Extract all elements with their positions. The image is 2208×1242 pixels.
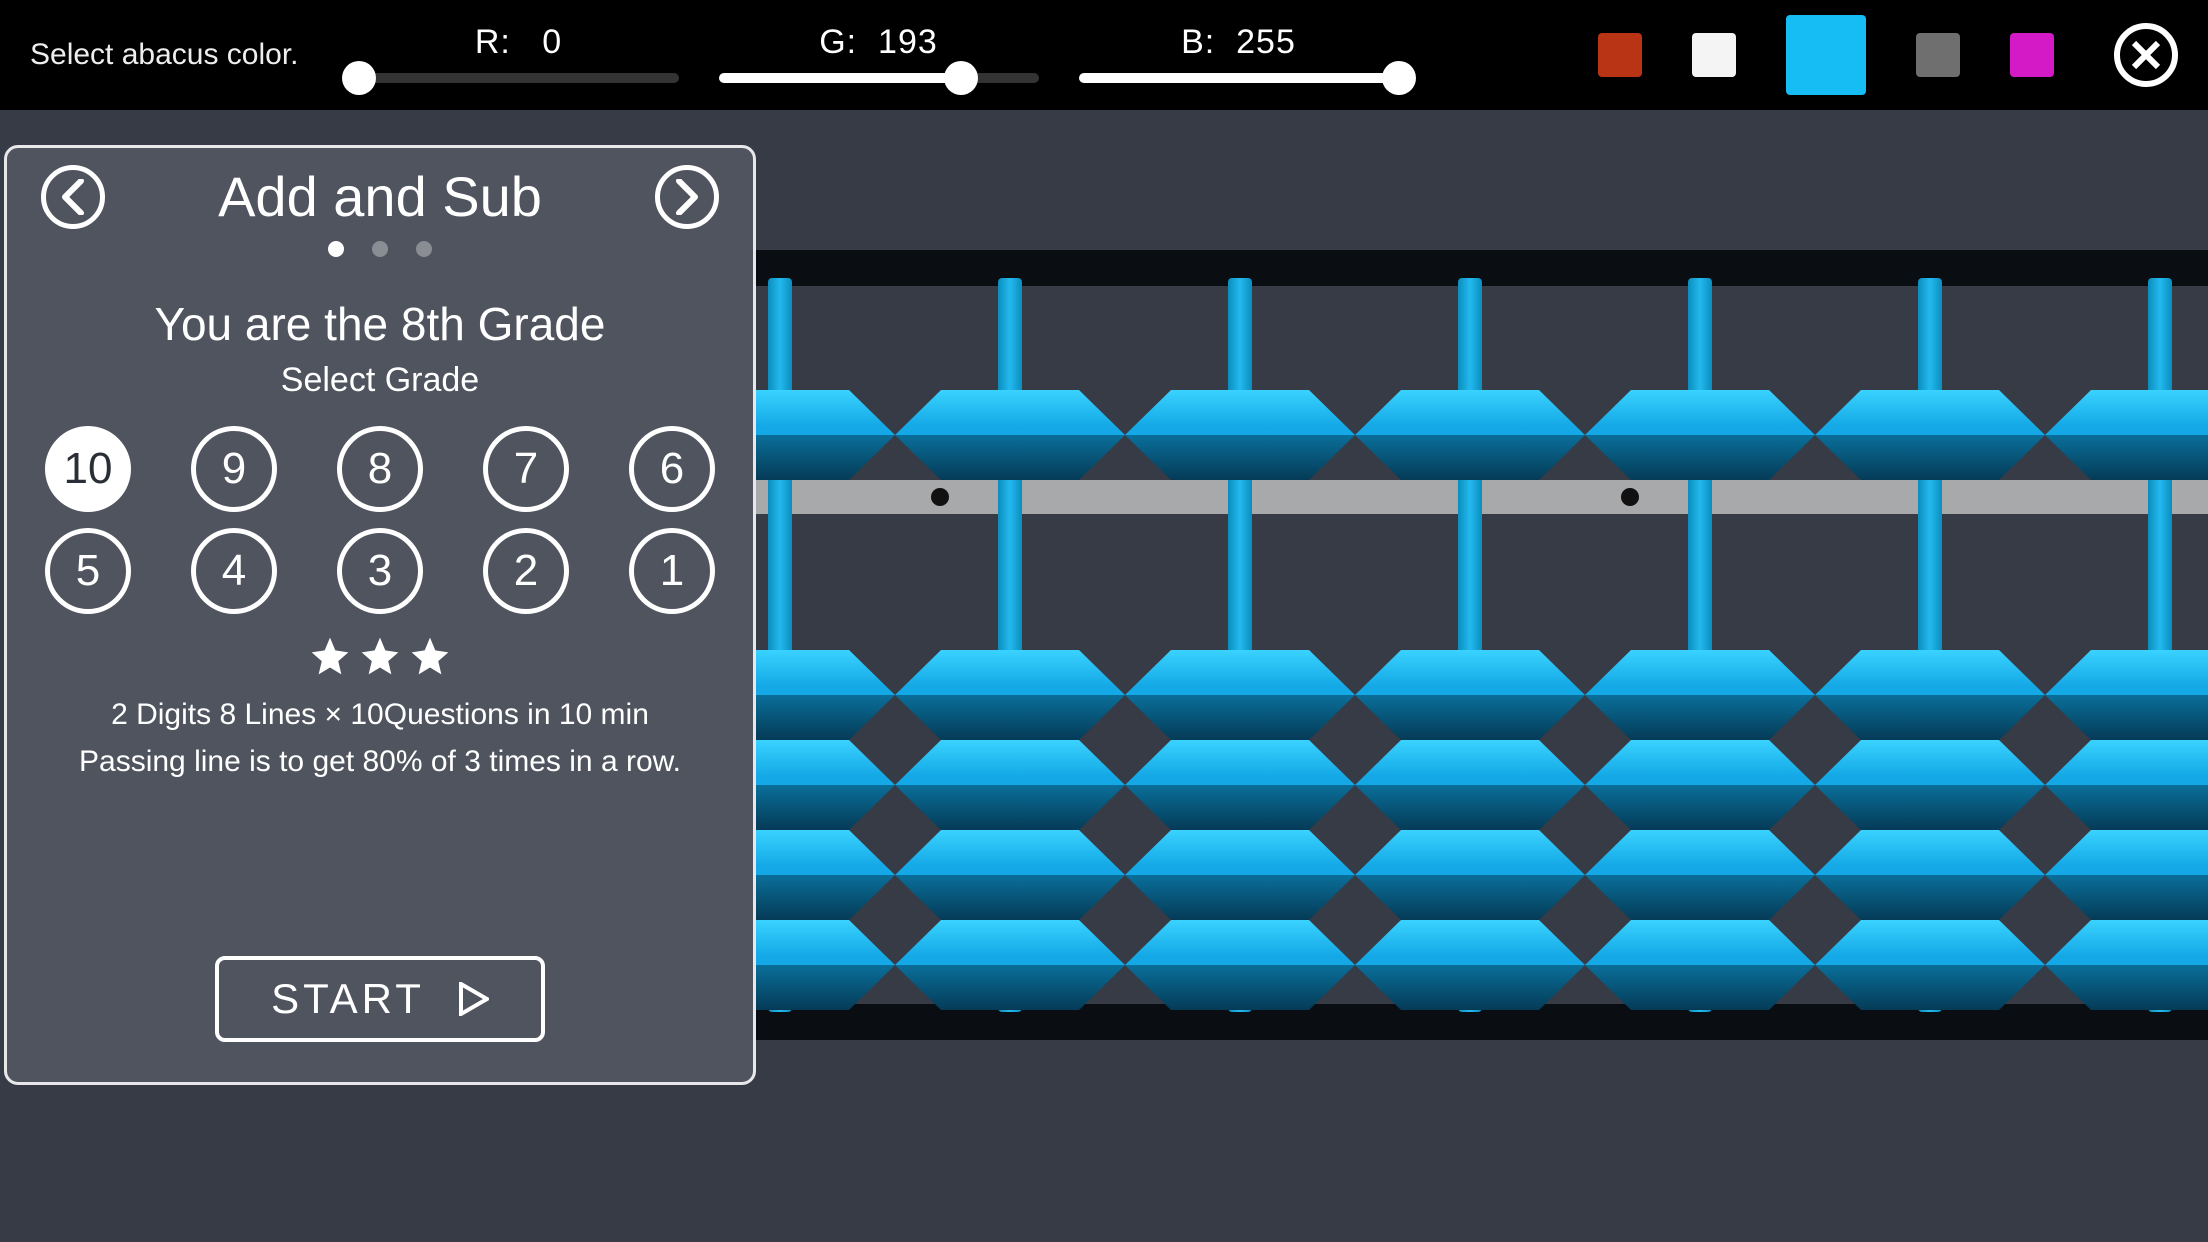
close-icon xyxy=(2130,39,2162,71)
rgb-g-label: G: 193 xyxy=(819,23,938,62)
page-dot-0[interactable] xyxy=(328,241,344,257)
swatch-red[interactable] xyxy=(1598,33,1642,77)
grade-6[interactable]: 6 xyxy=(629,426,715,512)
swatch-gray[interactable] xyxy=(1916,33,1960,77)
bead-lower[interactable] xyxy=(895,920,1125,1010)
bead-upper[interactable] xyxy=(1815,390,2045,480)
page-dot-1[interactable] xyxy=(372,241,388,257)
bead-lower[interactable] xyxy=(1125,830,1355,920)
panel-header: Add and Sub xyxy=(41,164,719,229)
bead-lower[interactable] xyxy=(895,650,1125,740)
rgb-g: G: 193 xyxy=(719,23,1039,88)
bead-lower[interactable] xyxy=(2045,740,2208,830)
start-button[interactable]: START xyxy=(215,956,545,1042)
abacus-frame-top xyxy=(700,250,2208,286)
bead-upper[interactable] xyxy=(1585,390,1815,480)
grade-subtitle: Select Grade xyxy=(281,361,479,400)
grade-5[interactable]: 5 xyxy=(45,528,131,614)
play-icon xyxy=(459,982,489,1016)
prev-mode-button[interactable] xyxy=(41,165,105,229)
swatches xyxy=(1598,15,2054,95)
bead-lower[interactable] xyxy=(2045,830,2208,920)
color-hint: Select abacus color. xyxy=(30,38,299,72)
abacus-divider xyxy=(700,480,2208,514)
swatch-magenta[interactable] xyxy=(2010,33,2054,77)
grade-2[interactable]: 2 xyxy=(483,528,569,614)
next-mode-button[interactable] xyxy=(655,165,719,229)
abacus-dot xyxy=(931,488,949,506)
rgb-group: R: 0 G: 193 B: 255 xyxy=(359,23,1399,88)
mode-title: Add and Sub xyxy=(218,164,542,229)
bead-lower[interactable] xyxy=(1585,830,1815,920)
rgb-r: R: 0 xyxy=(359,23,679,88)
bead-lower[interactable] xyxy=(2045,920,2208,1010)
abacus-inner xyxy=(700,250,2208,1040)
grade-3[interactable]: 3 xyxy=(337,528,423,614)
bead-lower[interactable] xyxy=(1585,740,1815,830)
grade-1[interactable]: 1 xyxy=(629,528,715,614)
bead-lower[interactable] xyxy=(1815,830,2045,920)
bead-lower[interactable] xyxy=(1355,650,1585,740)
chevron-left-icon xyxy=(59,179,87,215)
page-dot-2[interactable] xyxy=(416,241,432,257)
start-label: START xyxy=(271,975,425,1023)
bead-lower[interactable] xyxy=(1355,920,1585,1010)
grade-grid: 10 9876 54321 xyxy=(45,426,715,614)
rgb-b-label: B: 255 xyxy=(1181,23,1296,62)
slider-g[interactable] xyxy=(719,68,1039,88)
grade-title: You are the 8th Grade xyxy=(155,297,606,351)
abacus-dot xyxy=(1621,488,1639,506)
rgb-r-label: R: 0 xyxy=(475,23,562,62)
bead-lower[interactable] xyxy=(1355,830,1585,920)
bead-upper[interactable] xyxy=(1355,390,1585,480)
bead-upper[interactable] xyxy=(2045,390,2208,480)
bead-lower[interactable] xyxy=(1355,740,1585,830)
bead-lower[interactable] xyxy=(1585,650,1815,740)
star-icon xyxy=(358,634,402,678)
grade-9[interactable]: 9 xyxy=(191,426,277,512)
bead-lower[interactable] xyxy=(895,830,1125,920)
bead-upper[interactable] xyxy=(1125,390,1355,480)
chevron-right-icon xyxy=(673,179,701,215)
rgb-b: B: 255 xyxy=(1079,23,1399,88)
slider-r[interactable] xyxy=(359,68,679,88)
star-icon xyxy=(308,634,352,678)
close-button[interactable] xyxy=(2114,23,2178,87)
difficulty-stars xyxy=(308,634,452,678)
topbar: Select abacus color. R: 0 G: 193 xyxy=(0,0,2208,110)
bead-lower[interactable] xyxy=(1815,920,2045,1010)
swatch-cyan[interactable] xyxy=(1786,15,1866,95)
bead-lower[interactable] xyxy=(1815,650,2045,740)
mode-panel: Add and Sub You are the 8th Grade Select… xyxy=(4,145,756,1085)
bead-lower[interactable] xyxy=(895,740,1125,830)
bead-lower[interactable] xyxy=(1125,740,1355,830)
bead-lower[interactable] xyxy=(1125,650,1355,740)
bead-upper[interactable] xyxy=(895,390,1125,480)
bead-lower[interactable] xyxy=(1125,920,1355,1010)
grade-4[interactable]: 4 xyxy=(191,528,277,614)
grade-10[interactable]: 10 xyxy=(45,426,131,512)
star-icon xyxy=(408,634,452,678)
page-dots xyxy=(328,241,432,257)
grade-7[interactable]: 7 xyxy=(483,426,569,512)
slider-b[interactable] xyxy=(1079,68,1399,88)
bead-lower[interactable] xyxy=(1815,740,2045,830)
bead-lower[interactable] xyxy=(2045,650,2208,740)
grade-description: 2 Digits 8 Lines × 10Questions in 10 min… xyxy=(79,692,681,785)
swatch-white[interactable] xyxy=(1692,33,1736,77)
bead-lower[interactable] xyxy=(1585,920,1815,1010)
grade-8[interactable]: 8 xyxy=(337,426,423,512)
